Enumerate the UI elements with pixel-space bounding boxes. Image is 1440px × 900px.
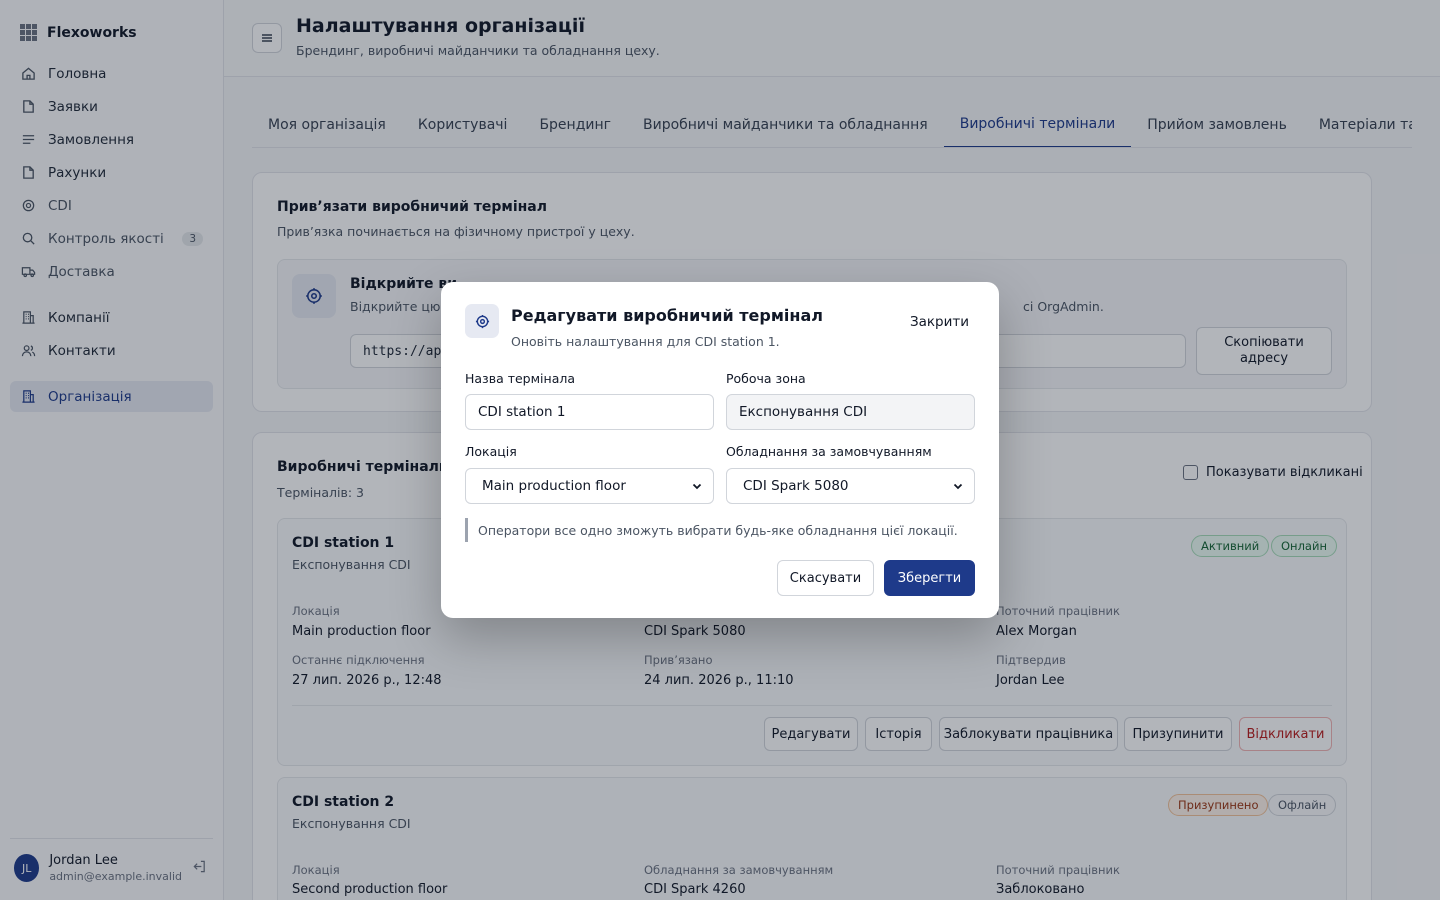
terminal-name-label: Назва термінала: [465, 371, 575, 386]
terminal-name-input[interactable]: CDI station 1: [465, 394, 714, 430]
close-button[interactable]: Закрити: [910, 314, 969, 330]
chevron-down-icon: [953, 483, 963, 490]
equipment-select[interactable]: CDI Spark 5080: [726, 468, 975, 504]
cancel-button[interactable]: Скасувати: [777, 560, 874, 596]
edit-terminal-modal: Редагувати виробничий термінал Оновіть н…: [441, 282, 999, 618]
chevron-down-icon: [692, 483, 702, 490]
equipment-hint: Оператори все одно зможуть вибрати будь-…: [465, 518, 958, 542]
equipment-label: Обладнання за замовчуванням: [726, 444, 932, 459]
location-select-value: Main production floor: [482, 478, 626, 494]
save-button[interactable]: Зберегти: [884, 560, 975, 596]
work-zone-label: Робоча зона: [726, 371, 806, 386]
work-zone-field: Експонування CDI: [726, 394, 975, 430]
equipment-select-value: CDI Spark 5080: [743, 478, 849, 494]
location-select[interactable]: Main production floor: [465, 468, 714, 504]
target-icon: [465, 304, 499, 338]
location-label: Локація: [465, 444, 517, 459]
modal-subtitle: Оновіть налаштування для CDI station 1.: [511, 334, 780, 349]
modal-title: Редагувати виробничий термінал: [511, 306, 823, 325]
